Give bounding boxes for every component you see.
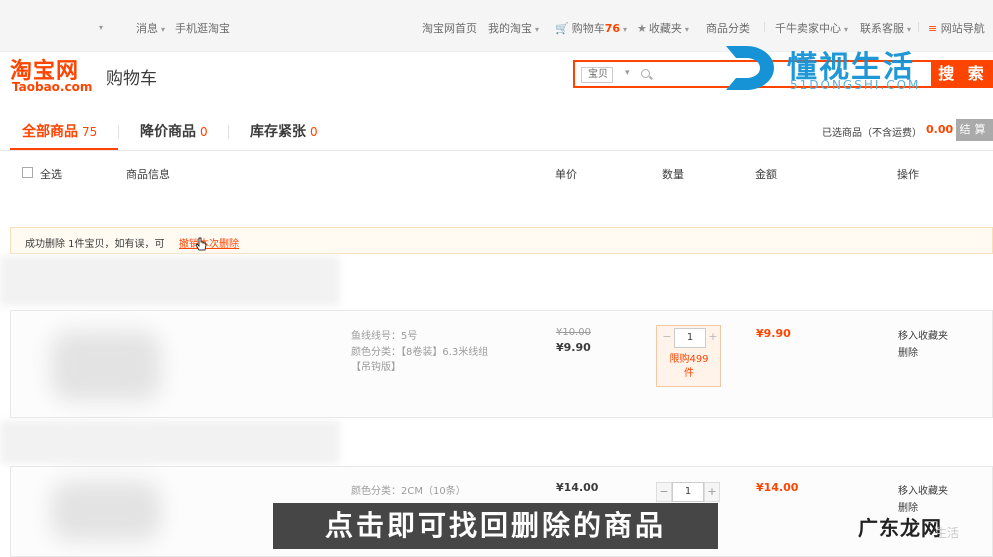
unit-price: ¥14.00 <box>556 481 599 494</box>
select-all-label[interactable]: 全选 <box>40 166 62 182</box>
topbar-divider <box>918 22 919 32</box>
customer-service-link[interactable]: 联系客服 ▾ <box>860 20 911 36</box>
column-header: 全选 商品信息 单价 数量 金额 操作 <box>0 160 993 186</box>
seller-center-label: 千牛卖家中心 <box>775 22 841 35</box>
favorites-label: 收藏夹 <box>648 22 682 35</box>
tab-count: 75 <box>82 125 98 139</box>
item-attr: 颜色分类：2CM（10条） <box>351 486 466 497</box>
settle-button[interactable]: 结算 <box>956 119 993 141</box>
purchase-limit: 限购499件 <box>669 354 709 379</box>
hand-cursor-icon <box>195 237 207 251</box>
tab-all-items[interactable]: 全部商品 75 <box>22 121 97 141</box>
tab-label: 全部商品 <box>22 124 78 140</box>
selected-amount: 0.00 <box>926 123 954 136</box>
messages-label: 消息 <box>136 22 158 35</box>
tab-label: 库存紧张 <box>250 124 306 140</box>
chevron-down-icon: ▾ <box>907 25 912 34</box>
delete-item-link[interactable]: 删除 <box>898 344 918 359</box>
quantity-decrease-button[interactable]: − <box>659 328 675 346</box>
bottom-watermark-fade: 生活 <box>935 526 960 540</box>
column-unit-price: 单价 <box>555 168 577 181</box>
item-attr: 鱼线线号：5号 <box>351 331 418 342</box>
select-all-checkbox[interactable] <box>22 167 33 178</box>
cart-icon: 🛒 <box>555 22 569 35</box>
original-price: ¥10.00 <box>556 327 591 338</box>
active-tab-indicator <box>10 148 118 150</box>
item-subtotal: ¥14.00 <box>756 481 799 494</box>
column-product-info: 商品信息 <box>126 168 170 181</box>
customer-service-label: 联系客服 <box>860 22 904 35</box>
tab-low-stock[interactable]: 库存紧张 0 <box>250 121 318 141</box>
quantity-increase-button[interactable]: + <box>705 328 721 346</box>
bottom-watermark: 广东龙网 <box>858 516 942 540</box>
blurred-shop-header <box>0 420 340 464</box>
watermark-subtitle: 51DONGSHI.COM <box>790 78 921 92</box>
messages-link[interactable]: 消息 ▾ <box>136 20 165 36</box>
chevron-down-icon: ▾ <box>844 25 849 34</box>
column-operation: 操作 <box>897 168 919 181</box>
blurred-shop-header <box>0 256 340 306</box>
quantity-stepper: − 1 + 限购499件 <box>656 325 721 387</box>
page-title: 购物车 <box>106 69 157 89</box>
tab-divider <box>118 125 119 139</box>
tab-label: 降价商品 <box>140 124 196 140</box>
search-scope-select[interactable]: 宝贝 <box>581 67 613 83</box>
unit-price: ¥9.90 <box>556 341 591 354</box>
tab-count: 0 <box>200 125 208 139</box>
delete-notice-message: 成功删除 1件宝贝，如有误，可 <box>25 239 165 250</box>
menu-icon: ≡ <box>928 22 941 35</box>
topbar-left-caret[interactable]: ▾ <box>96 20 103 33</box>
undo-delete-link[interactable]: 撤销本次删除 <box>179 235 239 250</box>
taobao-logo-en: Taobao.com <box>12 80 93 94</box>
mobile-taobao-link[interactable]: 手机逛淘宝 <box>175 20 230 36</box>
video-caption: 点击即可找回删除的商品 <box>273 503 718 549</box>
item-attr: 【吊钩版】 <box>351 362 401 373</box>
tab-divider <box>228 125 229 139</box>
favorites-link[interactable]: ★ 收藏夹 ▾ <box>637 20 689 36</box>
search-button[interactable]: 搜 索 <box>933 60 993 88</box>
seller-center-link[interactable]: 千牛卖家中心 ▾ <box>775 20 848 36</box>
star-icon: ★ <box>637 22 647 35</box>
chevron-down-icon: ▾ <box>623 25 628 34</box>
cart-link[interactable]: 🛒 购物车76 ▾ <box>555 20 627 36</box>
tab-count: 0 <box>310 125 318 139</box>
cart-tabs: 全部商品 75 降价商品 0 库存紧张 0 已选商品（不含运费） 0.00 结算 <box>0 115 993 151</box>
my-taobao-label: 我的淘宝 <box>488 22 532 35</box>
quantity-input[interactable]: 1 <box>674 328 706 348</box>
categories-link[interactable]: 商品分类 <box>706 20 750 36</box>
quantity-input[interactable]: 1 <box>672 482 704 502</box>
selected-summary-label: 已选商品（不含运费） <box>822 128 922 139</box>
site-nav-link[interactable]: ≡ 网站导航 <box>928 20 985 36</box>
cart-item-row: 鱼线线号：5号 颜色分类：【8卷装】6.3米线组 【吊钩版】 ¥10.00 ¥9… <box>10 310 993 418</box>
item-subtotal: ¥9.90 <box>756 327 791 340</box>
chevron-down-icon: ▾ <box>625 68 630 78</box>
cart-label: 购物车 <box>571 22 605 35</box>
watermark-logo-icon <box>726 46 774 90</box>
delete-notice: 成功删除 1件宝贝，如有误，可 撤销本次删除 <box>10 227 993 254</box>
item-attr: 颜色分类：【8卷装】6.3米线组 <box>351 347 489 358</box>
chevron-down-icon: ▾ <box>161 25 166 34</box>
search-icon <box>641 69 650 78</box>
quantity-increase-button[interactable]: + <box>704 482 720 502</box>
column-quantity: 数量 <box>662 168 684 181</box>
topbar-divider <box>764 22 765 32</box>
cart-count: 76 <box>604 22 621 35</box>
quantity-decrease-button[interactable]: − <box>656 482 672 502</box>
product-image[interactable] <box>51 481 161 541</box>
chevron-down-icon: ▾ <box>684 25 689 34</box>
site-nav-label: 网站导航 <box>940 22 985 35</box>
product-image[interactable] <box>51 331 161 401</box>
chevron-down-icon: ▾ <box>535 25 540 34</box>
my-taobao-link[interactable]: 我的淘宝 ▾ <box>488 20 539 36</box>
move-to-favorites-link[interactable]: 移入收藏夹 <box>898 482 948 497</box>
move-to-favorites-link[interactable]: 移入收藏夹 <box>898 327 948 342</box>
column-amount: 金额 <box>755 168 777 181</box>
taobao-home-link[interactable]: 淘宝网首页 <box>422 20 477 36</box>
quantity-stepper: − 1 + <box>656 482 721 502</box>
tab-price-drop[interactable]: 降价商品 0 <box>140 121 208 141</box>
